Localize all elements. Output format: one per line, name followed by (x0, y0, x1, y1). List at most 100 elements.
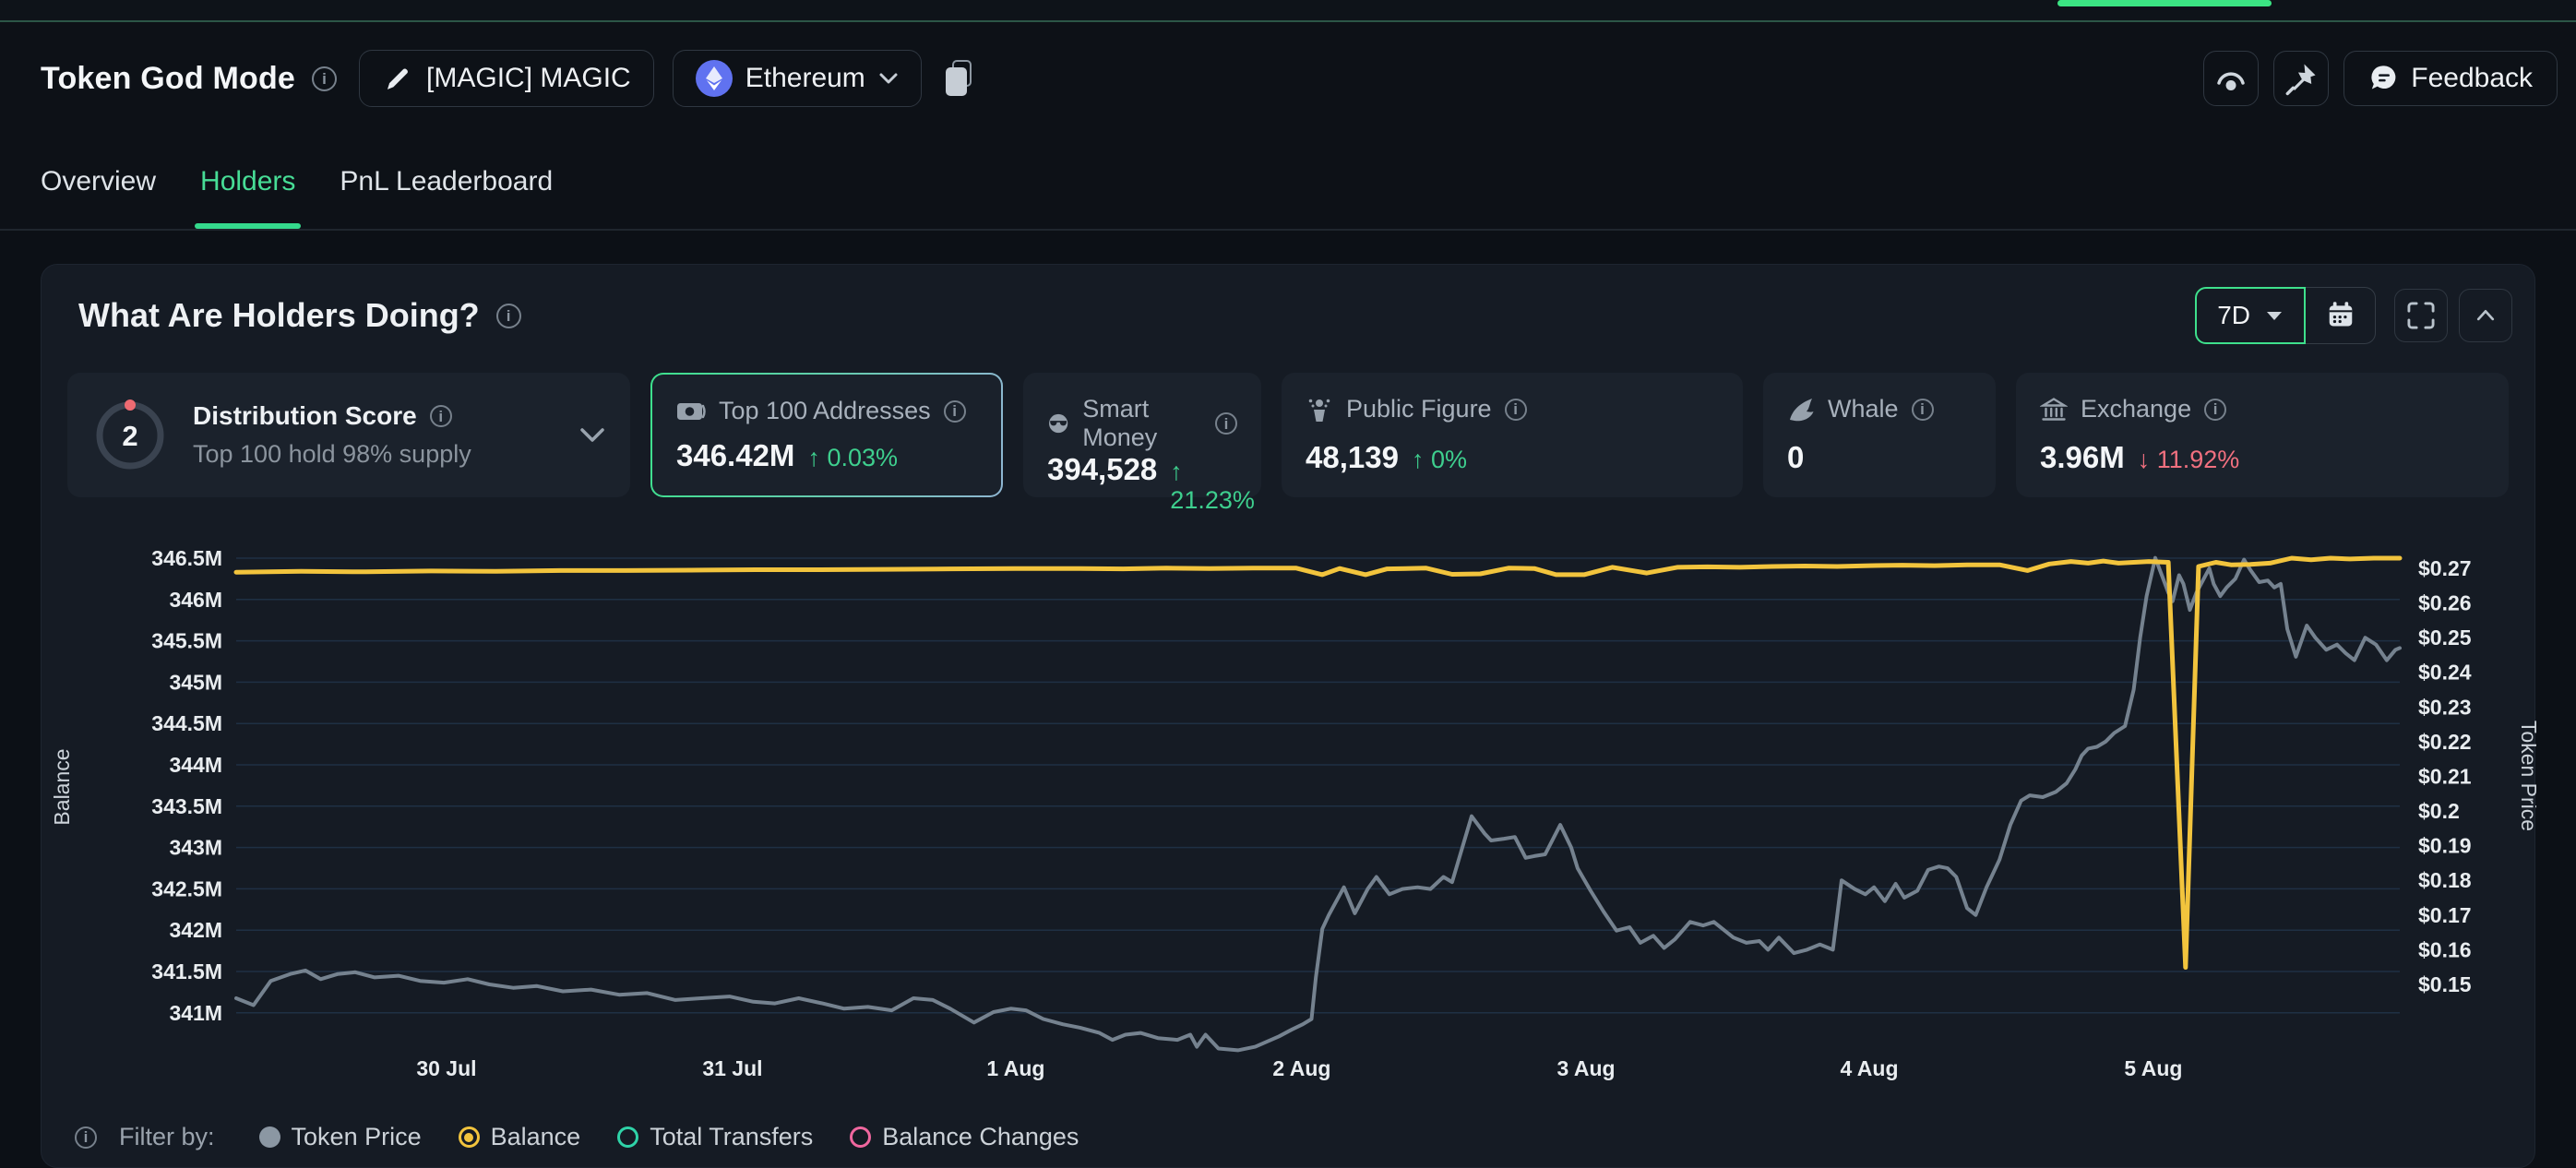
svg-text:3 Aug: 3 Aug (1557, 1056, 1616, 1080)
filter-label: Filter by: (119, 1123, 215, 1151)
chevron-down-icon (878, 72, 899, 85)
panel-title: What Are Holders Doing? (78, 296, 480, 335)
svg-text:$0.27: $0.27 (2418, 556, 2472, 580)
filter-option-total-transfers[interactable]: Total Transfers (617, 1123, 813, 1151)
svg-text:342M: 342M (169, 918, 222, 942)
public-figure-icon (1306, 396, 1333, 423)
stat-title: Distribution Score (193, 401, 417, 431)
pin-icon (2284, 61, 2319, 96)
chevron-up-icon (2470, 300, 2501, 331)
svg-text:5 Aug: 5 Aug (2124, 1056, 2182, 1080)
svg-text:$0.26: $0.26 (2418, 591, 2472, 615)
info-icon[interactable] (312, 66, 337, 91)
collapse-button[interactable] (2459, 289, 2512, 342)
filter-option-label: Balance Changes (882, 1123, 1079, 1151)
tab-overview[interactable]: Overview (41, 135, 156, 229)
stat-value: 3.96M (2040, 440, 2125, 475)
balance-changes-ring-icon (850, 1126, 871, 1148)
token-select-button[interactable]: [MAGIC] MAGIC (359, 50, 654, 107)
svg-text:4 Aug: 4 Aug (1840, 1056, 1898, 1080)
stat-title: Public Figure (1346, 395, 1492, 423)
info-icon[interactable] (75, 1126, 97, 1149)
distribution-score-text: Distribution Score Top 100 hold 98% supp… (193, 401, 555, 469)
pin-button[interactable] (2273, 51, 2329, 106)
svg-text:$0.2: $0.2 (2418, 799, 2460, 823)
filter-option-balance-changes[interactable]: Balance Changes (850, 1123, 1079, 1151)
token-pill-label: [MAGIC] MAGIC (426, 63, 631, 94)
feedback-button[interactable]: Feedback (2343, 51, 2558, 106)
svg-text:344.5M: 344.5M (151, 711, 222, 735)
network-dropdown[interactable]: Ethereum (673, 50, 922, 107)
stat-card-distribution-score[interactable]: 2 Distribution Score Top 100 hold 98% su… (67, 373, 630, 497)
svg-text:30 Jul: 30 Jul (416, 1056, 476, 1080)
info-icon[interactable] (430, 405, 452, 427)
filter-option-label: Token Price (292, 1123, 422, 1151)
calendar-button[interactable] (2306, 287, 2376, 344)
filter-option-token-price[interactable]: Token Price (259, 1123, 422, 1151)
stat-value: 48,139 (1306, 440, 1399, 475)
stat-delta: ↑ 0.03% (807, 444, 898, 472)
info-icon[interactable] (1505, 399, 1527, 421)
stat-value: 0 (1787, 440, 1804, 475)
banknote-icon (676, 399, 706, 424)
info-icon[interactable] (496, 304, 521, 328)
info-icon[interactable] (1912, 399, 1934, 421)
stat-title: Exchange (2081, 395, 2191, 423)
stat-title: Smart Money (1082, 395, 1202, 452)
svg-text:343.5M: 343.5M (151, 794, 222, 818)
whale-icon (1787, 396, 1815, 423)
range-group: 7D (2195, 287, 2376, 344)
stat-card-whale[interactable]: Whale 0 (1763, 373, 1996, 497)
chevron-down-icon[interactable] (578, 426, 606, 445)
svg-text:$0.24: $0.24 (2418, 661, 2472, 685)
feedback-label: Feedback (2411, 63, 2533, 94)
svg-text:$0.17: $0.17 (2418, 903, 2472, 927)
range-dropdown[interactable]: 7D (2195, 287, 2306, 344)
svg-text:31 Jul: 31 Jul (702, 1056, 762, 1080)
smart-money-icon (1047, 410, 1069, 437)
fullscreen-button[interactable] (2394, 289, 2448, 342)
range-label: 7D (2217, 301, 2250, 330)
feedback-bubble-icon (2368, 63, 2400, 94)
svg-text:342.5M: 342.5M (151, 876, 222, 900)
holders-balance-price-chart[interactable]: 346.5M346M345.5M345M344.5M344M343.5M343M… (42, 545, 2536, 1117)
stat-card-smart-money[interactable]: Smart Money 394,528 ↑ 21.23% (1023, 373, 1261, 497)
svg-text:Token Price: Token Price (2517, 721, 2536, 831)
filter-option-label: Balance (491, 1123, 581, 1151)
stat-value: 394,528 (1047, 452, 1157, 487)
info-icon[interactable] (944, 400, 966, 423)
watch-icon (2212, 63, 2249, 94)
tabbar: Overview Holders PnL Leaderboard (0, 135, 2576, 231)
stat-card-exchange[interactable]: Exchange 3.96M ↓ 11.92% (2016, 373, 2509, 497)
svg-text:1 Aug: 1 Aug (986, 1056, 1044, 1080)
info-icon[interactable] (1215, 412, 1237, 435)
svg-text:345.5M: 345.5M (151, 629, 222, 653)
svg-text:$0.23: $0.23 (2418, 695, 2472, 719)
svg-text:345M: 345M (169, 670, 222, 694)
svg-text:$0.19: $0.19 (2418, 834, 2472, 858)
page-title: Token God Mode (41, 61, 295, 97)
filter-option-balance[interactable]: Balance (459, 1123, 581, 1151)
copy-icon[interactable] (946, 60, 973, 97)
progress-bar (2057, 0, 2272, 6)
tab-pnl-leaderboard[interactable]: PnL Leaderboard (340, 135, 553, 229)
network-label: Ethereum (745, 63, 865, 94)
tab-holders[interactable]: Holders (200, 135, 295, 229)
filter-row: Filter by: Token Price Balance Total Tra… (75, 1123, 1079, 1151)
stat-title: Top 100 Addresses (719, 397, 931, 425)
stat-subtitle: Top 100 hold 98% supply (193, 440, 555, 469)
ethereum-icon (696, 60, 733, 97)
token-price-dot-icon (259, 1126, 280, 1148)
svg-text:341M: 341M (169, 1001, 222, 1025)
svg-text:346M: 346M (169, 588, 222, 612)
stat-card-top-100-addresses[interactable]: Top 100 Addresses 346.42M ↑ 0.03% (650, 373, 1003, 497)
exchange-icon (2040, 396, 2068, 423)
svg-text:$0.22: $0.22 (2418, 730, 2472, 754)
svg-text:$0.15: $0.15 (2418, 972, 2472, 996)
svg-text:343M: 343M (169, 836, 222, 860)
info-icon[interactable] (2204, 399, 2226, 421)
stat-delta: ↑ 0% (1412, 446, 1467, 474)
watchlist-button[interactable] (2203, 51, 2259, 106)
pencil-icon (382, 63, 413, 94)
stat-card-public-figure[interactable]: Public Figure 48,139 ↑ 0% (1282, 373, 1743, 497)
